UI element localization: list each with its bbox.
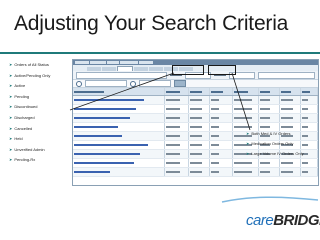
arrow-bullet-icon: ➤ <box>9 93 13 99</box>
left-option-label: Orders of All Status <box>14 62 49 67</box>
column-header[interactable] <box>301 88 318 95</box>
arrow-bullet-icon: ➤ <box>9 136 13 142</box>
arrow-bullet-icon: ➤ <box>246 151 250 156</box>
left-option: ➤ Discontinued <box>9 104 69 115</box>
table-row[interactable] <box>73 114 318 123</box>
right-option: ➤ Both Med & IV Orders <box>246 131 314 137</box>
arrow-bullet-icon: ➤ <box>9 114 13 120</box>
left-option: ➤ Pending-Rx <box>9 157 69 168</box>
left-option: ➤ Orders of All Status <box>9 62 69 73</box>
search-button[interactable] <box>174 80 186 87</box>
left-option-label: Active <box>14 83 26 89</box>
arrow-bullet-icon: ➤ <box>9 157 13 163</box>
left-option: ➤ Discharged <box>9 115 69 126</box>
left-status-options: ➤ Orders of All Status ➤ Active/Pending On… <box>9 62 69 168</box>
orders-table-header <box>73 88 318 96</box>
left-option-label: Pending <box>14 93 30 99</box>
patient-info-field[interactable] <box>257 71 315 79</box>
tab[interactable] <box>87 67 101 71</box>
left-option: ➤ Active/Pending Only <box>9 73 69 84</box>
menu-item[interactable] <box>75 61 89 64</box>
menu-item[interactable] <box>107 61 119 64</box>
left-option: ➤ Cancelled <box>9 126 69 137</box>
left-option-label: Discontinued <box>14 104 38 110</box>
tab-active[interactable] <box>117 66 133 71</box>
column-header[interactable] <box>280 88 301 95</box>
tab[interactable] <box>102 67 116 71</box>
right-option-label: Large Volume IV Orders Only <box>251 151 304 156</box>
left-option: ➤ Pending <box>9 94 69 105</box>
title-underline <box>0 52 320 54</box>
column-header[interactable] <box>189 88 210 95</box>
carebridge-logo: careBRIDGE <box>246 206 320 229</box>
menu-item[interactable] <box>120 61 138 64</box>
search-row <box>73 80 318 88</box>
column-header[interactable] <box>73 88 165 95</box>
tab[interactable] <box>149 67 163 71</box>
right-order-type-options: ➤ Both Med & IV Orders ➤ Medication Orders… <box>246 131 314 161</box>
column-header[interactable] <box>165 88 190 95</box>
table-row[interactable] <box>73 105 318 114</box>
status-callout-box <box>172 65 204 75</box>
arrow-bullet-icon: ➤ <box>9 104 13 110</box>
table-row[interactable] <box>73 96 318 105</box>
tab[interactable] <box>134 67 148 71</box>
radio-icon[interactable] <box>76 80 82 87</box>
right-option-label: Medication Orders Only <box>251 141 294 146</box>
patient-select[interactable] <box>76 71 168 79</box>
left-option-label: Cancelled <box>14 125 33 131</box>
radio-icon[interactable] <box>130 80 136 87</box>
left-option: ➤ Active <box>9 83 69 94</box>
logo-text-care: care <box>246 212 274 229</box>
slide-title: Adjusting Your Search Criteria <box>14 12 289 35</box>
menu-item[interactable] <box>90 61 106 64</box>
arrow-bullet-icon: ➤ <box>9 62 13 67</box>
arrow-bullet-icon: ➤ <box>246 141 250 146</box>
left-option: ➤ Unverified Admin <box>9 147 69 158</box>
right-option: ➤ Large Volume IV Orders Only <box>246 151 314 157</box>
arrow-bullet-icon: ➤ <box>246 131 250 136</box>
date-field[interactable] <box>139 80 171 87</box>
app-screenshot <box>72 59 319 186</box>
menu-item[interactable] <box>139 61 153 64</box>
date-field[interactable] <box>85 80 127 87</box>
column-header[interactable] <box>259 88 281 95</box>
table-row[interactable] <box>73 168 318 177</box>
right-option-label: Both Med & IV Orders <box>251 131 291 136</box>
right-option: ➤ Medication Orders Only <box>246 141 314 147</box>
left-option-label: Pending-Rx <box>14 157 36 163</box>
arrow-bullet-icon: ➤ <box>9 125 13 131</box>
left-option: ➤ Held <box>9 136 69 147</box>
arrow-bullet-icon: ➤ <box>9 72 13 78</box>
order-type-callout-box <box>208 65 236 75</box>
left-option-label: Active/Pending Only <box>14 72 51 78</box>
left-option-label: Held <box>14 136 23 142</box>
left-option-label: Discharged <box>14 114 35 120</box>
column-header[interactable] <box>233 88 260 95</box>
arrow-bullet-icon: ➤ <box>9 83 13 89</box>
left-option-label: Unverified Admin <box>14 146 45 152</box>
column-header[interactable] <box>210 88 233 95</box>
logo-text-bridge: BRIDGE <box>273 212 320 229</box>
arrow-bullet-icon: ➤ <box>9 146 13 152</box>
